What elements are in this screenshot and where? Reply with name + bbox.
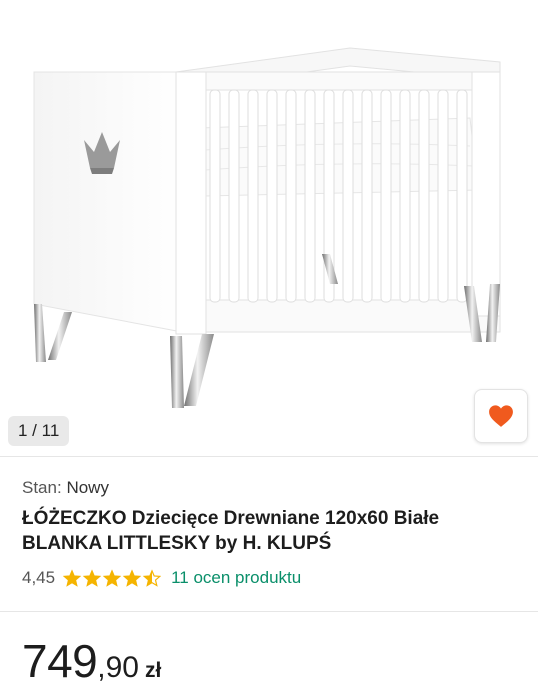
- price-decimal: ,90: [97, 651, 139, 684]
- condition-value: Nowy: [66, 478, 109, 497]
- star-full-icon: [63, 569, 82, 587]
- rating-stars: [63, 569, 163, 587]
- divider: [0, 456, 538, 457]
- rating-value: 4,45: [22, 568, 56, 587]
- price: 749 ,90 zł: [22, 636, 161, 686]
- image-counter: 1 / 11: [8, 416, 70, 446]
- condition-label: Stan:: [22, 478, 62, 497]
- reviews-link[interactable]: 11 ocen produktu: [171, 568, 301, 588]
- product-title-line1: ŁÓŻECZKO Dziecięce Drewniane 120x60 Biał…: [22, 508, 440, 529]
- heart-icon: [489, 405, 513, 427]
- product-image[interactable]: [0, 0, 538, 455]
- divider: [0, 611, 538, 612]
- star-half-icon: [143, 569, 162, 587]
- star-full-icon: [123, 569, 142, 587]
- rating-row: 4,45 11 ocen produktu: [22, 567, 301, 589]
- favorite-button[interactable]: [474, 389, 528, 443]
- product-title: ŁÓŻECZKO Dziecięce Drewniane 120x60 Biał…: [22, 506, 522, 556]
- price-currency: zł: [144, 659, 162, 682]
- condition-row: Stan: Nowy: [22, 478, 109, 498]
- star-full-icon: [103, 569, 122, 587]
- product-title-line2: BLANKA LITTLESKY by H. KLUPŚ: [22, 533, 332, 554]
- price-integer: 749: [22, 635, 98, 687]
- product-gallery[interactable]: 1 / 11: [0, 0, 538, 455]
- star-full-icon: [83, 569, 102, 587]
